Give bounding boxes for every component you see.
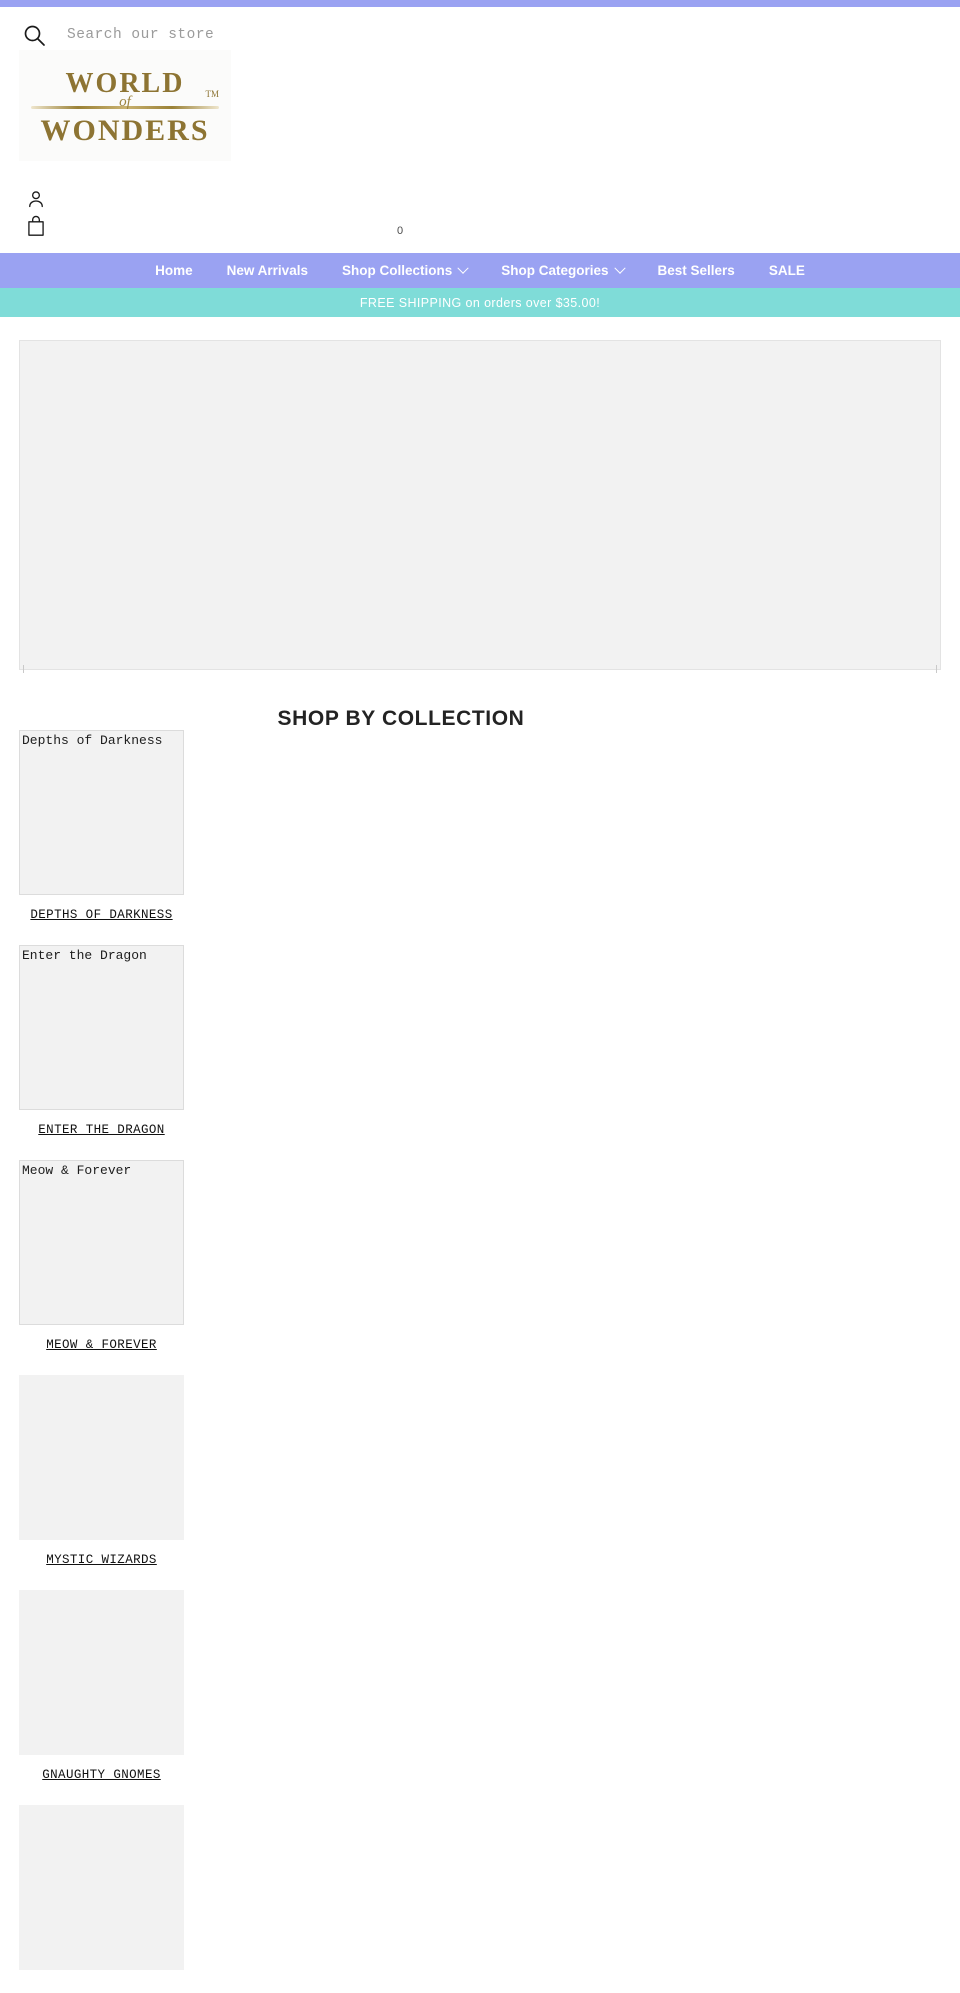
collection-image-placeholder[interactable]: Meow & Forever	[19, 1160, 184, 1325]
logo-mark: WORLD of TM WONDERS	[25, 56, 225, 156]
shopping-bag-icon[interactable]	[26, 215, 46, 237]
site-header: WORLD of TM WONDERS 0	[0, 7, 960, 253]
top-accent-bar	[0, 0, 960, 7]
announcement-text: FREE SHIPPING on orders over $35.00!	[359, 295, 601, 310]
chevron-down-icon	[457, 262, 469, 274]
search-icon[interactable]	[22, 23, 46, 47]
search-input[interactable]	[67, 27, 667, 43]
list-item[interactable]: Depths of Darkness DEPTHS OF DARKNESS	[19, 730, 219, 922]
list-item[interactable]	[19, 1805, 219, 1970]
main-navigation: Home New Arrivals Shop Collections Shop …	[0, 253, 960, 288]
logo-word-of: of	[119, 93, 131, 110]
list-item[interactable]: Meow & Forever MEOW & FOREVER	[19, 1160, 219, 1352]
collection-link[interactable]: DEPTHS OF DARKNESS	[19, 908, 184, 922]
nav-label: Best Sellers	[657, 263, 735, 278]
list-item[interactable]: MYSTIC WIZARDS	[19, 1375, 219, 1567]
collection-image-placeholder[interactable]	[19, 1375, 184, 1540]
collection-link[interactable]: MEOW & FOREVER	[19, 1338, 184, 1352]
collection-link[interactable]: GNAUGHTY GNOMES	[19, 1768, 184, 1782]
list-item[interactable]: Enter the Dragon ENTER THE DRAGON	[19, 945, 219, 1137]
search-bar[interactable]	[0, 15, 960, 55]
nav-item-new-arrivals[interactable]: New Arrivals	[210, 253, 325, 288]
hero-tick-right	[936, 665, 937, 673]
collection-image-alt: Depths of Darkness	[22, 733, 163, 748]
page-title: SHOP BY COLLECTION	[277, 707, 525, 731]
nav-item-best-sellers[interactable]: Best Sellers	[641, 253, 752, 288]
hero-tick-left	[23, 665, 24, 673]
site-logo[interactable]: WORLD of TM WONDERS	[19, 50, 231, 161]
collection-link[interactable]: MYSTIC WIZARDS	[19, 1553, 184, 1567]
collection-link[interactable]: ENTER THE DRAGON	[19, 1123, 184, 1137]
collection-image-placeholder[interactable]	[19, 1590, 184, 1755]
nav-label: New Arrivals	[226, 263, 308, 278]
nav-item-shop-collections[interactable]: Shop Collections	[325, 253, 484, 288]
cart-item-count: 0	[397, 225, 404, 237]
collection-image-alt: Meow & Forever	[22, 1163, 132, 1178]
logo-line-wonders: WONDERS	[40, 113, 210, 147]
user-icon[interactable]	[26, 189, 46, 209]
collection-image-placeholder[interactable]: Depths of Darkness	[19, 730, 184, 895]
nav-label: Shop Collections	[341, 263, 453, 278]
nav-item-home[interactable]: Home	[138, 253, 210, 288]
list-item[interactable]: GNAUGHTY GNOMES	[19, 1590, 219, 1782]
nav-label: SALE	[768, 263, 805, 278]
nav-label: Home	[155, 263, 193, 278]
chevron-down-icon	[613, 262, 626, 274]
collection-image-placeholder[interactable]: Enter the Dragon	[19, 945, 184, 1110]
nav-label: Shop Categories	[501, 263, 609, 278]
announcement-banner: FREE SHIPPING on orders over $35.00!	[0, 288, 960, 317]
collection-image-alt: Enter the Dragon	[22, 948, 147, 963]
nav-item-sale[interactable]: SALE	[752, 253, 822, 288]
collection-list: Depths of Darkness DEPTHS OF DARKNESS En…	[19, 730, 219, 1993]
hero-banner-placeholder[interactable]	[19, 340, 941, 673]
collection-image-placeholder[interactable]	[19, 1805, 184, 1970]
nav-item-shop-categories[interactable]: Shop Categories	[484, 253, 640, 288]
